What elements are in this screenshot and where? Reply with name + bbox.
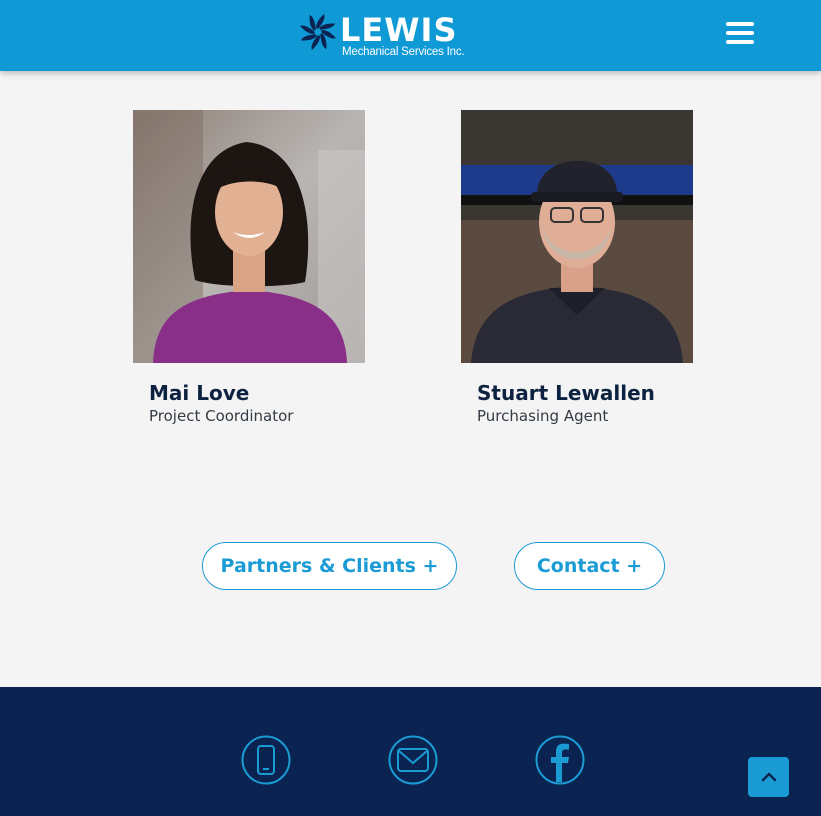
facebook-icon[interactable]	[535, 735, 585, 785]
company-logo[interactable]: LEWIS Mechanical Services Inc.	[298, 10, 473, 62]
back-to-top-button[interactable]	[748, 757, 789, 797]
mail-icon[interactable]	[388, 735, 438, 785]
person-job-title: Purchasing Agent	[477, 407, 609, 425]
team-card: Stuart Lewallen Purchasing Agent	[461, 110, 693, 425]
logo-wordmark: LEWIS	[340, 11, 458, 49]
person-name: Stuart Lewallen	[477, 381, 655, 405]
site-footer	[0, 687, 821, 816]
person-name: Mai Love	[149, 381, 250, 405]
portrait-photo-mai-love	[133, 110, 365, 363]
phone-icon[interactable]	[241, 735, 291, 785]
person-job-title: Project Coordinator	[149, 407, 294, 425]
hamburger-icon[interactable]	[726, 22, 754, 46]
turbine-logo-icon	[300, 14, 336, 50]
team-card: Mai Love Project Coordinator	[133, 110, 365, 425]
contact-button[interactable]: Contact +	[514, 542, 665, 590]
logo-tagline: Mechanical Services Inc.	[342, 46, 465, 58]
portrait-photo-stuart-lewallen	[461, 110, 693, 363]
chevron-up-icon	[761, 772, 776, 782]
site-header: LEWIS Mechanical Services Inc.	[0, 0, 821, 71]
partners-clients-button[interactable]: Partners & Clients +	[202, 542, 457, 590]
